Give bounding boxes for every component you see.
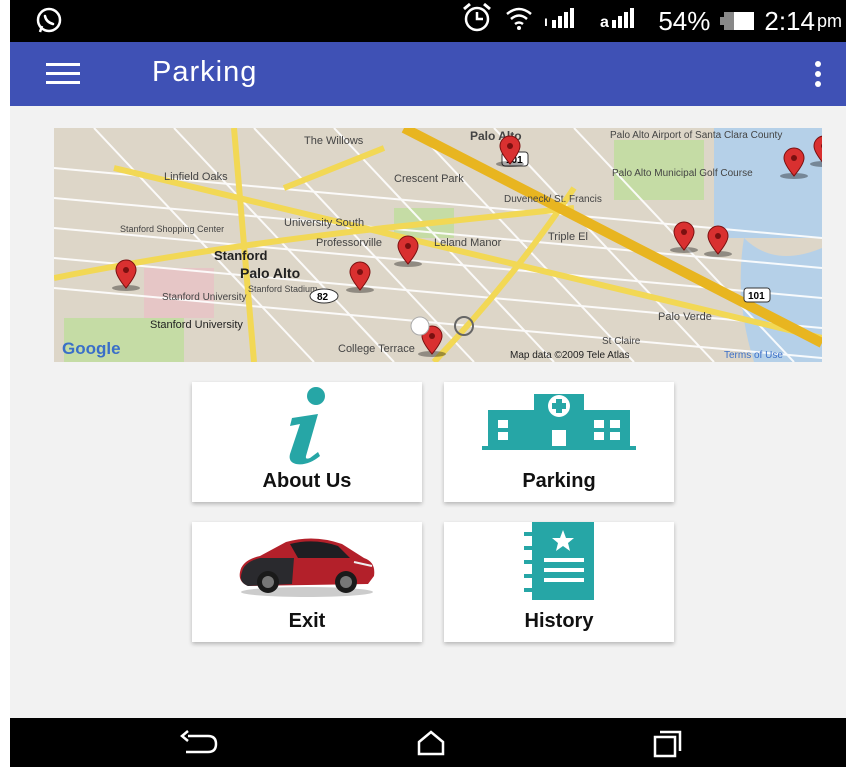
svg-text:Stanford Shopping Center: Stanford Shopping Center [120, 224, 224, 234]
svg-text:101: 101 [748, 291, 765, 302]
svg-text:Stanford Stadium: Stanford Stadium [248, 284, 318, 294]
svg-text:Palo Alto Municipal Golf Cours: Palo Alto Municipal Golf Course [612, 168, 753, 179]
notebook-icon [524, 522, 598, 607]
svg-text:Stanford University: Stanford University [162, 292, 246, 303]
map-label: The Willows [304, 135, 364, 147]
svg-text:College Terrace: College Terrace [338, 343, 415, 355]
svg-text:Professorville: Professorville [316, 237, 382, 249]
svg-text:Stanford: Stanford [214, 248, 268, 263]
hamburger-menu-icon[interactable] [46, 62, 80, 86]
svg-text:a: a [600, 14, 609, 30]
svg-text:University South: University South [284, 217, 364, 229]
battery-icon [720, 6, 755, 37]
alarm-icon [460, 2, 494, 41]
clock-suffix: pm [816, 10, 842, 31]
svg-text:ı: ı [544, 13, 548, 29]
parking-label: Parking [522, 470, 596, 492]
svg-text:Triple El: Triple El [548, 231, 588, 243]
svg-text:Palo Verde: Palo Verde [658, 311, 712, 323]
exit-label: Exit [288, 610, 326, 632]
info-icon [274, 386, 340, 471]
parking-button[interactable]: Parking [444, 382, 674, 502]
history-label: History [524, 610, 594, 632]
recents-icon[interactable] [652, 730, 682, 763]
page-title: Parking [152, 56, 258, 88]
svg-text:Palo Alto: Palo Alto [240, 265, 300, 281]
status-bar: ı a 54% 2:14 pm [10, 0, 846, 42]
map-attribution: Map data ©2009 Tele Atlas [510, 350, 630, 361]
svg-text:St Claire: St Claire [602, 336, 641, 347]
system-nav-bar [10, 718, 846, 767]
wifi-icon [504, 5, 534, 38]
exit-button[interactable]: Exit [192, 522, 422, 642]
phone-screen: ı a 54% 2:14 pm Parking The Willows Palo… [10, 0, 846, 767]
app-bar: Parking [10, 42, 846, 106]
svg-text:Linfield Oaks: Linfield Oaks [164, 171, 228, 183]
red-car-icon [234, 528, 380, 603]
battery-text: 54% [658, 5, 711, 36]
about-us-button[interactable]: About Us [192, 382, 422, 502]
svg-text:Crescent Park: Crescent Park [394, 173, 464, 185]
map-view[interactable]: The Willows Palo Alto Palo Alto Airport … [54, 128, 822, 362]
hospital-building-icon [482, 388, 636, 455]
clock-time: 2:14 [764, 5, 815, 36]
history-button[interactable]: History [444, 522, 674, 642]
home-icon[interactable] [416, 730, 446, 761]
svg-text:82: 82 [317, 292, 329, 303]
svg-text:Leland Manor: Leland Manor [434, 237, 502, 249]
svg-text:Stanford University: Stanford University [150, 319, 243, 331]
more-vert-icon[interactable] [810, 58, 826, 90]
back-icon[interactable] [180, 730, 220, 761]
google-logo: Google [62, 339, 121, 358]
svg-text:Duveneck/ St. Francis: Duveneck/ St. Francis [504, 194, 602, 205]
signal-icon-2: a [600, 6, 648, 37]
signal-icon: ı [544, 6, 590, 37]
terms-link: Terms of Use [724, 350, 783, 361]
whatsapp-icon [34, 7, 64, 40]
svg-text:Palo Alto Airport of Santa Cla: Palo Alto Airport of Santa Clara County [610, 130, 782, 141]
about-us-label: About Us [262, 470, 352, 492]
